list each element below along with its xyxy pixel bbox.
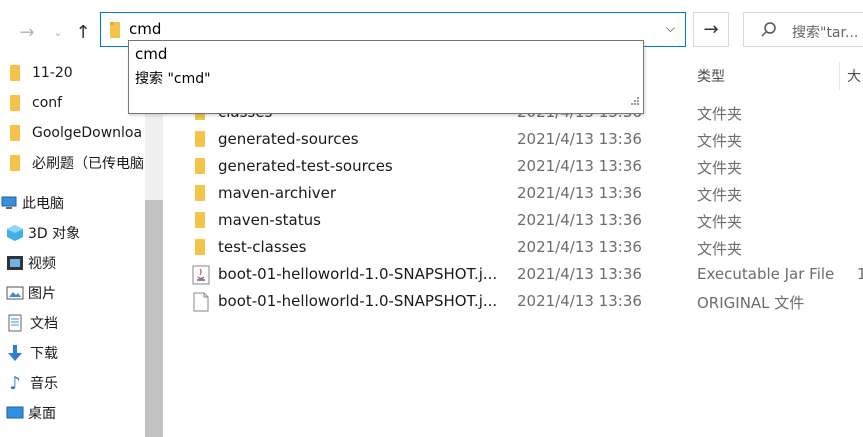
sidebar-item-desktop[interactable]: 桌面 — [6, 399, 56, 427]
folder-icon — [6, 94, 24, 112]
downloads-icon — [6, 344, 24, 362]
scrollbar-thumb[interactable] — [145, 200, 163, 437]
address-autocomplete-dropdown: cmd 搜索 "cmd" — [128, 40, 644, 114]
chevron-down-icon[interactable]: ⌵ — [666, 21, 675, 36]
table-row[interactable]: maven-status 2021/4/13 13:36 文件夹 — [163, 207, 863, 234]
folder-icon — [194, 238, 206, 260]
sidebar-item-downloads[interactable]: 下载 — [6, 339, 58, 367]
file-list: 类型 大 classes 2021/4/13 13:36 文件夹 generat… — [163, 62, 863, 437]
sidebar-item-music[interactable]: ♪ 音乐 — [6, 369, 58, 397]
java-jar-icon — [192, 265, 210, 289]
folder-icon — [109, 21, 121, 43]
sidebar-scrollbar[interactable] — [145, 62, 163, 437]
sidebar-item-googledownload[interactable]: GoolgeDownloa — [6, 119, 142, 147]
folder-icon — [6, 124, 24, 142]
recent-dropdown-icon[interactable]: ⌄ — [48, 22, 68, 42]
search-box[interactable]: 搜索"tar... — [743, 12, 863, 47]
sidebar-item-documents[interactable]: 文档 — [6, 309, 58, 337]
folder-icon — [194, 157, 206, 179]
table-row[interactable]: boot-01-helloworld-1.0-SNAPSHOT.j... 202… — [163, 261, 863, 288]
folder-icon — [6, 154, 24, 172]
autocomplete-item[interactable]: cmd — [135, 45, 167, 63]
computer-icon — [0, 194, 18, 212]
folder-icon — [194, 184, 206, 206]
column-header-type[interactable]: 类型 — [697, 66, 725, 86]
search-icon — [760, 21, 778, 43]
arrow-right-icon: → — [703, 19, 719, 40]
desktop-icon — [6, 404, 24, 422]
back-arrow-icon[interactable]: → — [17, 22, 37, 43]
table-row[interactable]: generated-sources 2021/4/13 13:36 文件夹 — [163, 126, 863, 153]
sidebar-item-this-pc[interactable]: 此电脑 — [0, 189, 64, 217]
column-header-size[interactable]: 大 — [847, 66, 861, 86]
music-icon: ♪ — [9, 372, 21, 394]
search-placeholder: 搜索"tar... — [792, 25, 859, 41]
table-row[interactable]: boot-01-helloworld-1.0-SNAPSHOT.j... 202… — [163, 288, 863, 315]
sidebar-item-11-20[interactable]: 11-20 — [6, 59, 73, 87]
videos-icon — [6, 254, 24, 272]
3d-objects-icon — [6, 224, 24, 242]
sidebar-item-pictures[interactable]: 图片 — [6, 279, 56, 307]
column-divider[interactable] — [839, 62, 840, 90]
table-row[interactable]: generated-test-sources 2021/4/13 13:36 文… — [163, 153, 863, 180]
sidebar-item-conf[interactable]: conf — [6, 89, 62, 117]
table-row[interactable]: test-classes 2021/4/13 13:36 文件夹 — [163, 234, 863, 261]
navigation-pane: 11-20 conf GoolgeDownloa 必刷题（已传电脑 此电脑 3D… — [0, 62, 163, 437]
table-row[interactable]: maven-archiver 2021/4/13 13:36 文件夹 — [163, 180, 863, 207]
pictures-icon — [6, 284, 24, 302]
go-arrow-button[interactable]: → — [693, 12, 729, 47]
sidebar-item-3d-objects[interactable]: 3D 对象 — [6, 219, 80, 247]
file-icon — [193, 292, 209, 316]
folder-icon — [194, 211, 206, 233]
documents-icon — [6, 314, 24, 332]
folder-icon — [194, 130, 206, 152]
sidebar-item-bishuati[interactable]: 必刷题（已传电脑 — [6, 149, 144, 177]
up-arrow-icon[interactable]: ↑ — [73, 22, 93, 43]
folder-icon — [6, 64, 24, 82]
resize-grip-icon[interactable] — [630, 92, 640, 110]
address-input[interactable]: cmd — [129, 20, 161, 38]
sidebar-item-videos[interactable]: 视频 — [6, 249, 56, 277]
autocomplete-item[interactable]: 搜索 "cmd" — [135, 68, 211, 88]
